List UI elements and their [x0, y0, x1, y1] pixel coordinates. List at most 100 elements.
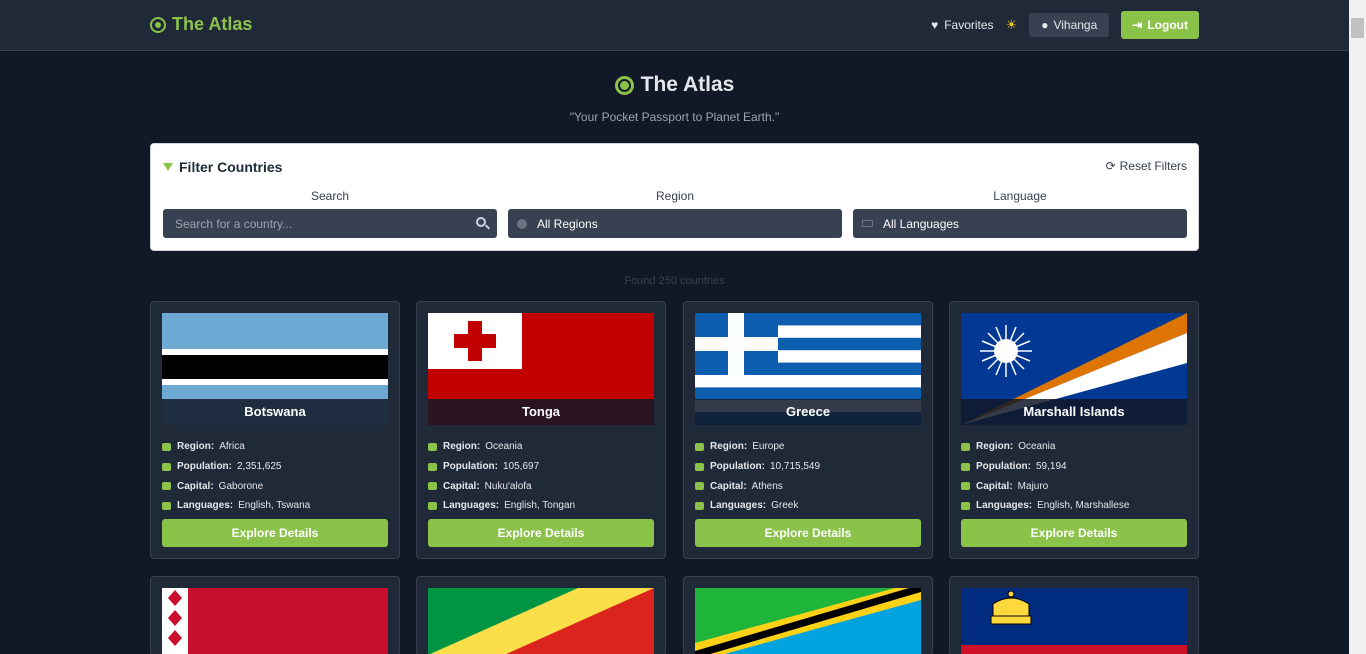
region-value: All Regions [537, 216, 598, 231]
region-value: Europe [752, 441, 785, 453]
languages-key: Languages: [710, 500, 767, 512]
language-icon [961, 501, 970, 510]
flag-image[interactable]: Botswana [162, 313, 388, 425]
favorites-label: Favorites [944, 18, 994, 32]
population-key: Population: [177, 461, 232, 473]
capital-key: Capital: [177, 480, 214, 492]
country-card: Botswana Region: Africa Population: 2,351,… [150, 301, 400, 559]
language-value: All Languages [883, 216, 960, 231]
population-key: Population: [976, 461, 1031, 473]
filter-icon [163, 163, 173, 171]
belarus-flag [162, 588, 388, 654]
region-key: Region: [177, 441, 215, 453]
brand-link[interactable]: The Atlas [150, 14, 252, 35]
population-value: 105,697 [503, 461, 540, 473]
logout-label: Logout [1147, 18, 1188, 32]
languages-key: Languages: [443, 500, 500, 512]
explore-details-button[interactable]: Explore Details [961, 519, 1187, 547]
user-icon: ● [1041, 18, 1049, 32]
capital-value: Athens [751, 480, 783, 492]
flag-image[interactable] [162, 588, 388, 654]
tanzania-flag [695, 588, 921, 654]
filter-panel: Filter Countries ⟳ Reset Filters Search … [150, 143, 1199, 251]
flag-image[interactable] [961, 588, 1187, 654]
country-info: Region: Oceania Population: 59,194 Capital… [961, 437, 1129, 516]
population-icon [695, 462, 704, 471]
globe-icon [150, 16, 166, 33]
language-icon [695, 501, 704, 510]
flag-image[interactable] [428, 588, 654, 654]
population-icon [961, 462, 970, 471]
population-key: Population: [443, 461, 498, 473]
region-label: Region [655, 189, 695, 203]
page-title: The Atlas [614, 73, 735, 97]
region-icon [428, 442, 437, 451]
tagline: "Your Pocket Passport to Planet Earth." [569, 109, 780, 124]
scrollbar[interactable] [1349, 0, 1366, 654]
scrollbar-thumb[interactable] [1351, 18, 1364, 38]
region-key: Region: [976, 441, 1014, 453]
country-card: Marshall Islands Region: Oceania Populati… [949, 301, 1199, 559]
hero-title-text: The Atlas [640, 73, 735, 96]
region-icon [961, 442, 970, 451]
refresh-icon: ⟳ [1105, 159, 1116, 173]
population-value: 10,715,549 [770, 461, 821, 473]
country-info: Region: Africa Population: 2,351,625 Capit… [162, 437, 310, 516]
navbar: The Atlas ♥ Favorites ☀ ● Vihanga ⇥ Logo… [0, 0, 1349, 51]
explore-details-button[interactable]: Explore Details [695, 519, 921, 547]
capital-icon [162, 482, 171, 491]
languages-key: Languages: [177, 500, 234, 512]
capital-key: Capital: [710, 480, 747, 492]
population-value: 2,351,625 [237, 461, 282, 473]
globe-icon [614, 75, 634, 95]
population-value: 59,194 [1036, 461, 1067, 473]
results-count: Found 250 countries [624, 275, 725, 287]
language-icon [162, 501, 171, 510]
languages-value: English, Marshallese [1037, 500, 1130, 512]
language-icon [428, 501, 437, 510]
flag-image[interactable]: Marshall Islands [961, 313, 1187, 425]
user-chip[interactable]: ● Vihanga [1029, 13, 1110, 37]
liechtenstein-flag [961, 588, 1187, 654]
theme-toggle-sun-icon[interactable]: ☀ [1006, 17, 1018, 33]
country-card: Tonga Region: Oceania Population: 105,697 … [416, 301, 666, 559]
country-card: Greece Region: Europe Population: 10,715,5… [683, 301, 933, 559]
search-icon[interactable] [476, 217, 486, 227]
capital-icon [695, 482, 704, 491]
flag-image[interactable]: Tonga [428, 313, 654, 425]
capital-value: Gaborone [218, 480, 264, 492]
favorites-link[interactable]: ♥ Favorites [931, 18, 993, 32]
heart-icon: ♥ [931, 18, 939, 32]
explore-details-button[interactable]: Explore Details [428, 519, 654, 547]
country-name: Marshall Islands [961, 399, 1187, 425]
language-select[interactable]: All Languages [853, 209, 1187, 238]
search-field [163, 209, 497, 238]
flag-image[interactable]: Greece [695, 313, 921, 425]
region-value: Oceania [485, 441, 523, 453]
logout-button[interactable]: ⇥ Logout [1121, 11, 1199, 39]
languages-value: English, Tswana [238, 500, 311, 512]
languages-value: Greek [771, 500, 799, 512]
region-select[interactable]: All Regions [508, 209, 842, 238]
capital-value: Majuro [1017, 480, 1049, 492]
language-icon [862, 220, 873, 227]
globe-icon [517, 218, 527, 229]
region-icon [695, 442, 704, 451]
region-value: Africa [219, 441, 245, 453]
reset-filters-button[interactable]: ⟳ Reset Filters [1106, 159, 1187, 173]
country-info: Region: Oceania Population: 105,697 Capita… [428, 437, 575, 516]
population-icon [428, 462, 437, 471]
filter-title: Filter Countries [163, 159, 282, 175]
population-key: Population: [710, 461, 765, 473]
population-icon [162, 462, 171, 471]
filter-title-text: Filter Countries [179, 159, 283, 175]
search-input[interactable] [175, 216, 465, 231]
country-card [150, 576, 400, 654]
language-label: Language [993, 189, 1047, 203]
explore-details-button[interactable]: Explore Details [162, 519, 388, 547]
region-value: Oceania [1018, 441, 1056, 453]
region-key: Region: [710, 441, 748, 453]
capital-icon [428, 482, 437, 491]
flag-image[interactable] [695, 588, 921, 654]
search-label: Search [310, 189, 350, 203]
